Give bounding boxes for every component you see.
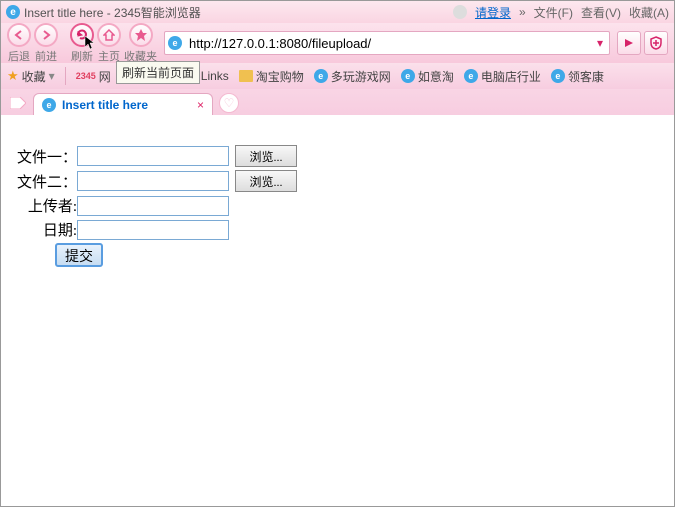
ie-icon: e: [314, 69, 328, 83]
ie-icon: e: [464, 69, 478, 83]
arrow-left-icon: [13, 29, 25, 41]
browser-icon: e: [6, 5, 20, 19]
bookmark-item[interactable]: e领客康: [551, 68, 604, 85]
refresh-tooltip: 刷新当前页面: [116, 61, 200, 84]
submit-button[interactable]: 提交: [55, 243, 103, 267]
play-icon: [624, 38, 634, 48]
tab-title: Insert title here: [62, 98, 148, 112]
file1-label: 文件一：: [13, 146, 77, 167]
bookmark-item[interactable]: 2345网: [76, 68, 111, 85]
uploader-input[interactable]: [77, 196, 229, 216]
menu-separator: »: [519, 5, 526, 19]
ie-icon: e: [401, 69, 415, 83]
cursor-icon: [84, 35, 96, 51]
menu-favorites[interactable]: 收藏(A): [629, 4, 669, 21]
address-bar[interactable]: e ▾: [164, 31, 610, 55]
window-titlebar: e Insert title here - 2345智能浏览器 请登录 » 文件…: [1, 1, 674, 23]
ie-icon: e: [551, 69, 565, 83]
login-link[interactable]: 请登录: [475, 4, 511, 21]
file2-label: 文件二：: [13, 171, 77, 192]
go-button[interactable]: [617, 31, 641, 55]
bookmark-item[interactable]: 淘宝购物: [239, 68, 304, 85]
address-input[interactable]: [185, 33, 591, 53]
folder-icon: [239, 70, 253, 82]
menu-file[interactable]: 文件(F): [534, 4, 573, 21]
heart-button[interactable]: ♡: [219, 93, 239, 113]
page-content: 文件一： 浏览... 文件二： 浏览... 上传者: 日期: 提交: [1, 115, 674, 300]
tab-close-icon[interactable]: ×: [197, 98, 204, 112]
menu-view[interactable]: 查看(V): [581, 4, 621, 21]
back-button[interactable]: 后退: [7, 23, 31, 64]
refresh-button[interactable]: 刷新: [70, 23, 94, 64]
chevron-down-icon: ▾: [49, 69, 55, 83]
ie-icon: e: [42, 98, 56, 112]
uploader-label: 上传者:: [13, 195, 77, 216]
star-icon: [134, 28, 148, 42]
home-icon: [103, 29, 115, 41]
tab-bar: e Insert title here × ♡: [1, 89, 674, 115]
favorites-menu[interactable]: ★收藏▾: [7, 68, 55, 85]
star-icon: ★: [7, 68, 19, 84]
date-input[interactable]: [77, 220, 229, 240]
arrow-right-icon: [40, 29, 52, 41]
page-icon: e: [165, 36, 185, 50]
app-arrow-icon[interactable]: [9, 94, 27, 112]
forward-button[interactable]: 前进: [34, 23, 58, 64]
tab-active[interactable]: e Insert title here ×: [33, 93, 213, 115]
bookmark-item[interactable]: e多玩游戏网: [314, 68, 391, 85]
adblock-button[interactable]: [644, 31, 668, 55]
file1-browse-button[interactable]: 浏览...: [235, 145, 297, 167]
date-label: 日期:: [13, 219, 77, 240]
file2-input[interactable]: [77, 171, 229, 191]
bookmark-item[interactable]: e如意淘: [401, 68, 454, 85]
site-icon: 2345: [76, 71, 96, 81]
favorites-button[interactable]: 收藏夹: [124, 23, 157, 64]
bookmark-bar: ★收藏▾ 2345网 e视大全 Links 淘宝购物 e多玩游戏网 e如意淘 e…: [1, 63, 674, 89]
shield-icon: [649, 36, 663, 50]
file2-browse-button[interactable]: 浏览...: [235, 170, 297, 192]
address-dropdown-icon[interactable]: ▾: [591, 36, 609, 50]
window-title: Insert title here - 2345智能浏览器: [24, 4, 201, 21]
home-button[interactable]: 主页: [97, 23, 121, 64]
user-icon: [453, 5, 467, 19]
bookmark-item[interactable]: e电脑店行业: [464, 68, 541, 85]
file1-input[interactable]: [77, 146, 229, 166]
nav-toolbar: 后退 前进 刷新 主页 收藏夹 e ▾: [1, 23, 674, 63]
